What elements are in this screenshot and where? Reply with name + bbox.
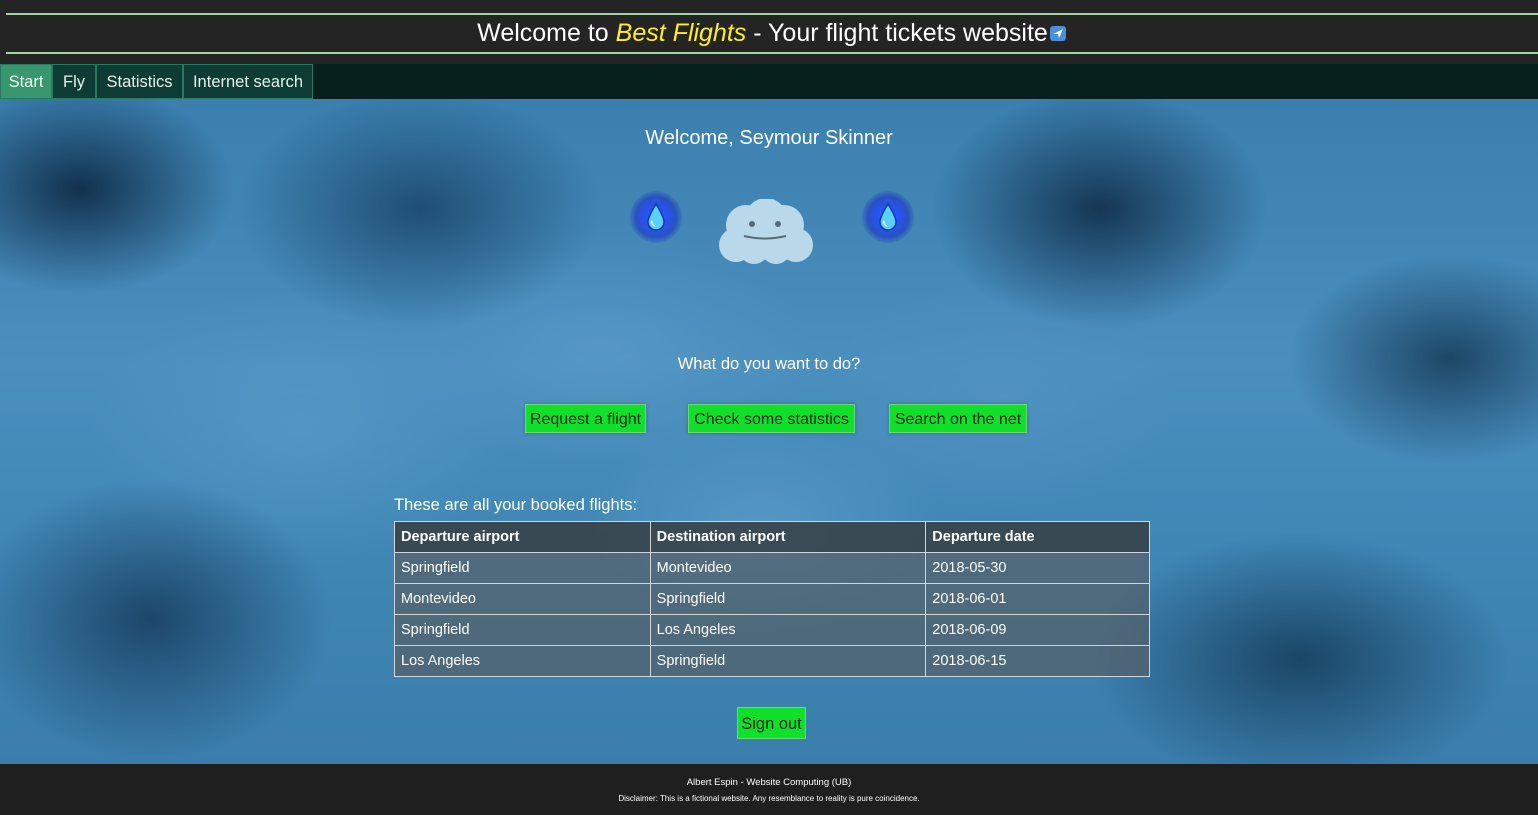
footer: Albert Espin - Website Computing (UB) Di…	[0, 764, 1538, 815]
date-cell: 2018-06-01	[925, 583, 1150, 615]
destination-cell: Springfield	[649, 583, 927, 615]
destination-cell: Los Angeles	[649, 614, 927, 646]
cloud-face-icon	[716, 198, 814, 265]
check-statistics-button[interactable]: Check some statistics	[688, 404, 855, 433]
destination-cell: Montevideo	[649, 552, 927, 584]
date-cell: 2018-06-15	[925, 645, 1150, 677]
date-cell: 2018-06-09	[925, 614, 1150, 646]
departure-cell: Springfield	[394, 552, 651, 584]
departure-cell: Springfield	[394, 614, 651, 646]
tab-fly[interactable]: Fly	[52, 64, 96, 99]
departure-cell: Montevideo	[394, 583, 651, 615]
table-row: Los Angeles Springfield 2018-06-15	[394, 645, 1150, 677]
main-nav: Start Fly Statistics Internet search	[0, 64, 1538, 99]
water-drop-icon	[862, 191, 914, 243]
destination-cell: Springfield	[649, 645, 927, 677]
flights-caption: These are all your booked flights:	[394, 496, 638, 514]
header-bar: Welcome to Best Flights - Your flight ti…	[0, 0, 1538, 64]
column-header-destination: Destination airport	[649, 521, 927, 553]
action-prompt: What do you want to do?	[677, 355, 861, 373]
date-cell: 2018-05-30	[925, 552, 1150, 584]
column-header-departure: Departure airport	[394, 521, 651, 553]
column-header-date: Departure date	[925, 521, 1150, 553]
table-row: Springfield Los Angeles 2018-06-09	[394, 614, 1150, 646]
welcome-message: Welcome, Seymour Skinner	[645, 127, 893, 149]
tab-start[interactable]: Start	[0, 64, 52, 99]
footer-disclaimer: Disclaimer: This is a fictional website.…	[618, 794, 920, 803]
departure-cell: Los Angeles	[394, 645, 651, 677]
footer-author: Albert Espin - Website Computing (UB)	[686, 777, 852, 788]
brand-name: Best Flights	[615, 19, 747, 47]
search-net-button[interactable]: Search on the net	[889, 404, 1027, 433]
site-title: Welcome to Best Flights - Your flight ti…	[6, 13, 1538, 54]
title-prefix: Welcome to	[477, 19, 616, 47]
table-header-row: Departure airport Destination airport De…	[394, 521, 1150, 553]
main-content: Welcome, Seymour Skinner What do you wan…	[0, 99, 1538, 764]
table-row: Springfield Montevideo 2018-05-30	[394, 552, 1150, 584]
table-row: Montevideo Springfield 2018-06-01	[394, 583, 1150, 615]
tab-statistics[interactable]: Statistics	[96, 64, 183, 99]
booked-flights-table: Departure airport Destination airport De…	[394, 521, 1150, 677]
sign-out-button[interactable]: Sign out	[737, 707, 806, 739]
tab-internet-search[interactable]: Internet search	[183, 64, 313, 99]
water-drop-icon	[630, 191, 682, 243]
plane-icon	[1049, 16, 1067, 41]
request-flight-button[interactable]: Request a flight	[525, 404, 646, 433]
title-suffix: - Your flight tickets website	[746, 19, 1048, 47]
